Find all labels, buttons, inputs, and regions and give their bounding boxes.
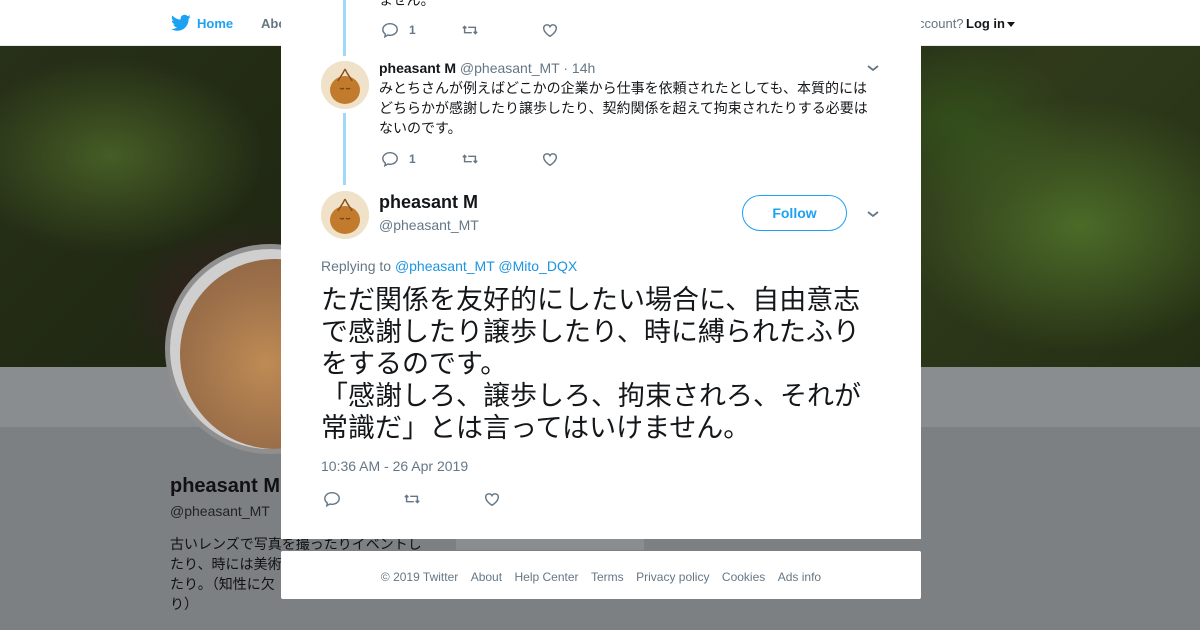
- reply-text-line: どちらかが感謝したり譲歩したり、契約関係を超えて拘束されたりする必要は: [379, 100, 868, 116]
- thread-line: [343, 113, 346, 185]
- main-tweet-text: ただ関係を友好的にしたい場合に、自由意志 で感謝したり譲歩したり、時に縛られたふ…: [321, 284, 886, 444]
- reply-text-line: ないのです。: [379, 120, 462, 136]
- follow-button[interactable]: Follow: [742, 195, 847, 231]
- heart-icon: [542, 24, 558, 38]
- account-prompt: ccount?: [918, 16, 964, 31]
- reply-button[interactable]: 1: [381, 20, 416, 40]
- reply-icon: [382, 22, 398, 39]
- reply-time[interactable]: · 14h: [563, 60, 595, 76]
- chevron-down-icon[interactable]: [865, 60, 881, 76]
- tweet-modal: ません。 1 pheasant M @pheasant_MT · 14h みとち…: [281, 0, 921, 539]
- login-label: Log in: [966, 16, 1005, 31]
- reply-author-handle[interactable]: @pheasant_MT: [460, 60, 560, 76]
- like-button[interactable]: [541, 20, 559, 40]
- footer-link-terms[interactable]: Terms: [591, 570, 624, 584]
- replying-to: Replying to @pheasant_MT @Mito_DQX: [321, 258, 577, 274]
- footer-link-privacy[interactable]: Privacy policy: [636, 570, 709, 584]
- tweet-timestamp[interactable]: 10:36 AM - 26 Apr 2019: [321, 458, 468, 474]
- twitter-bird-icon[interactable]: [171, 14, 191, 32]
- avatar[interactable]: [321, 61, 369, 109]
- onion-avatar-icon: [321, 191, 369, 239]
- main-author-handle[interactable]: @pheasant_MT: [379, 217, 479, 233]
- tweet-text-line: で感謝したり譲歩したり、時に縛られたふり: [321, 317, 860, 347]
- onion-avatar-icon: [321, 61, 369, 109]
- retweet-button[interactable]: [403, 489, 421, 509]
- footer-link-help-center[interactable]: Help Center: [515, 570, 579, 584]
- reply-icon: [324, 491, 340, 508]
- reply-text-line: みとちさんが例えばどこかの企業から仕事を依頼されたとしても、本質的には: [379, 80, 868, 96]
- like-button[interactable]: [483, 489, 501, 509]
- reply-icon: [382, 151, 398, 168]
- reply-count: 1: [409, 152, 416, 166]
- modal-footer: © 2019 Twitter About Help Center Terms P…: [281, 551, 921, 599]
- profile-handle: @pheasant_MT: [170, 503, 270, 519]
- main-author-name[interactable]: pheasant M: [379, 192, 478, 213]
- reply-button[interactable]: [323, 489, 341, 509]
- nav-home[interactable]: Home: [197, 16, 233, 31]
- tweet-text-line: 「感謝しろ、譲歩しろ、拘束されろ、それが: [321, 381, 861, 411]
- mention-link[interactable]: @pheasant_MT: [395, 258, 495, 274]
- replying-prefix: Replying to: [321, 258, 392, 274]
- profile-name: pheasant M: [170, 475, 281, 497]
- retweet-icon: [462, 25, 478, 35]
- footer-link-cookies[interactable]: Cookies: [722, 570, 765, 584]
- footer-link-ads-info[interactable]: Ads info: [778, 570, 821, 584]
- reply-count: 1: [409, 23, 416, 37]
- tweet-text-line: ただ関係を友好的にしたい場合に、自由意志: [321, 285, 861, 315]
- retweet-icon: [462, 154, 478, 164]
- tweet-text-line: をするのです。: [321, 349, 508, 379]
- heart-icon: [484, 493, 500, 507]
- heart-icon: [542, 153, 558, 167]
- reply-button[interactable]: 1: [381, 149, 416, 169]
- thread-line: [343, 0, 346, 56]
- footer-link-about[interactable]: About: [471, 570, 502, 584]
- close-icon[interactable]: ×: [1152, 10, 1182, 40]
- tweet-text-line: 常識だ」とは言ってはいけません。: [321, 413, 751, 443]
- login-link[interactable]: Log in: [966, 16, 1015, 31]
- retweet-button[interactable]: [461, 20, 479, 40]
- avatar[interactable]: [321, 191, 369, 239]
- reply-text: みとちさんが例えばどこかの企業から仕事を依頼されたとしても、本質的には どちらか…: [379, 78, 879, 138]
- mention-link[interactable]: @Mito_DQX: [498, 258, 577, 274]
- reply-header: pheasant M @pheasant_MT · 14h: [379, 60, 595, 76]
- caret-down-icon: [1007, 22, 1015, 28]
- footer-copyright: © 2019 Twitter: [380, 570, 459, 584]
- prev-tweet-text-tail: ません。: [379, 0, 435, 8]
- retweet-icon: [404, 494, 420, 504]
- retweet-button[interactable]: [461, 149, 479, 169]
- chevron-down-icon[interactable]: [865, 206, 881, 222]
- like-button[interactable]: [541, 149, 559, 169]
- reply-author-name[interactable]: pheasant M: [379, 60, 456, 76]
